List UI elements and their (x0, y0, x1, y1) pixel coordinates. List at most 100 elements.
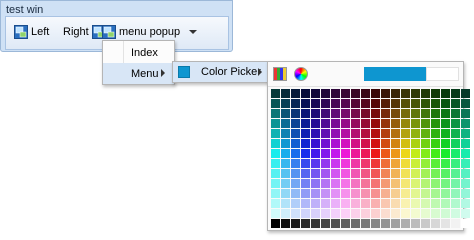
color-swatch[interactable] (411, 129, 420, 138)
color-swatch[interactable] (441, 209, 450, 218)
color-swatch[interactable] (311, 89, 320, 98)
color-swatch[interactable] (391, 199, 400, 208)
color-swatch[interactable] (431, 99, 440, 108)
color-swatch[interactable] (461, 129, 470, 138)
color-swatch[interactable] (301, 109, 310, 118)
color-swatch[interactable] (271, 199, 280, 208)
color-swatch[interactable] (371, 219, 380, 228)
color-swatch[interactable] (401, 189, 410, 198)
color-swatch[interactable] (441, 199, 450, 208)
color-swatch[interactable] (351, 109, 360, 118)
color-swatch[interactable] (281, 199, 290, 208)
color-swatch[interactable] (371, 189, 380, 198)
color-swatch[interactable] (311, 99, 320, 108)
color-swatch[interactable] (381, 129, 390, 138)
color-swatch[interactable] (301, 99, 310, 108)
color-swatch[interactable] (391, 219, 400, 228)
color-swatch[interactable] (401, 209, 410, 218)
color-swatch[interactable] (381, 139, 390, 148)
color-swatch[interactable] (411, 99, 420, 108)
color-swatch[interactable] (331, 149, 340, 158)
color-swatch[interactable] (371, 129, 380, 138)
color-swatch[interactable] (271, 139, 280, 148)
color-swatch[interactable] (421, 219, 430, 228)
color-swatch[interactable] (361, 189, 370, 198)
color-swatch[interactable] (401, 179, 410, 188)
color-swatch[interactable] (281, 169, 290, 178)
color-swatch[interactable] (321, 139, 330, 148)
color-swatch[interactable] (341, 189, 350, 198)
color-swatch[interactable] (361, 199, 370, 208)
color-swatch[interactable] (381, 119, 390, 128)
color-swatch[interactable] (391, 129, 400, 138)
color-swatch[interactable] (281, 219, 290, 228)
color-swatch[interactable] (291, 109, 300, 118)
color-swatch[interactable] (411, 149, 420, 158)
color-swatch[interactable] (371, 89, 380, 98)
color-swatch[interactable] (441, 169, 450, 178)
color-swatch[interactable] (461, 109, 470, 118)
color-swatch[interactable] (371, 209, 380, 218)
color-swatch[interactable] (281, 99, 290, 108)
color-swatch[interactable] (321, 169, 330, 178)
color-swatch[interactable] (321, 209, 330, 218)
color-swatch[interactable] (431, 129, 440, 138)
color-swatch[interactable] (331, 199, 340, 208)
color-swatch[interactable] (351, 179, 360, 188)
color-swatch[interactable] (441, 139, 450, 148)
color-swatch[interactable] (341, 129, 350, 138)
color-swatch[interactable] (451, 119, 460, 128)
menu-popup-button[interactable]: menu popup (102, 23, 198, 41)
color-swatch[interactable] (321, 109, 330, 118)
color-swatch[interactable] (341, 89, 350, 98)
color-swatch[interactable] (341, 209, 350, 218)
color-swatch[interactable] (281, 119, 290, 128)
color-swatch[interactable] (411, 209, 420, 218)
color-swatch[interactable] (361, 209, 370, 218)
color-swatch[interactable] (421, 89, 430, 98)
color-swatch[interactable] (281, 149, 290, 158)
color-swatch[interactable] (441, 179, 450, 188)
color-swatch[interactable] (311, 109, 320, 118)
color-swatch[interactable] (311, 129, 320, 138)
color-swatch[interactable] (311, 199, 320, 208)
color-swatch[interactable] (311, 149, 320, 158)
color-swatch[interactable] (271, 209, 280, 218)
color-swatch[interactable] (461, 209, 470, 218)
color-swatch[interactable] (291, 99, 300, 108)
color-swatch[interactable] (351, 149, 360, 158)
color-swatch[interactable] (451, 139, 460, 148)
color-swatch[interactable] (281, 209, 290, 218)
color-swatch[interactable] (411, 139, 420, 148)
color-swatch[interactable] (411, 219, 420, 228)
color-swatch[interactable] (311, 219, 320, 228)
color-swatch[interactable] (271, 129, 280, 138)
color-swatch[interactable] (321, 119, 330, 128)
color-swatch[interactable] (461, 139, 470, 148)
color-swatch[interactable] (291, 189, 300, 198)
color-swatch[interactable] (421, 189, 430, 198)
color-swatch[interactable] (351, 189, 360, 198)
color-swatch[interactable] (431, 139, 440, 148)
color-swatch[interactable] (421, 169, 430, 178)
color-swatch[interactable] (351, 139, 360, 148)
color-swatch[interactable] (411, 189, 420, 198)
color-swatch[interactable] (321, 189, 330, 198)
color-swatch[interactable] (311, 189, 320, 198)
color-swatch[interactable] (391, 109, 400, 118)
color-swatch[interactable] (421, 99, 430, 108)
color-swatch[interactable] (341, 119, 350, 128)
color-swatch[interactable] (381, 89, 390, 98)
color-swatch[interactable] (291, 199, 300, 208)
color-swatch[interactable] (301, 219, 310, 228)
color-swatch[interactable] (401, 219, 410, 228)
color-swatch[interactable] (351, 119, 360, 128)
color-swatch[interactable] (361, 89, 370, 98)
color-swatch[interactable] (391, 119, 400, 128)
color-swatch[interactable] (401, 139, 410, 148)
color-swatch[interactable] (351, 99, 360, 108)
color-swatch[interactable] (341, 99, 350, 108)
color-swatch[interactable] (461, 89, 470, 98)
color-swatch[interactable] (431, 179, 440, 188)
color-swatch[interactable] (271, 149, 280, 158)
